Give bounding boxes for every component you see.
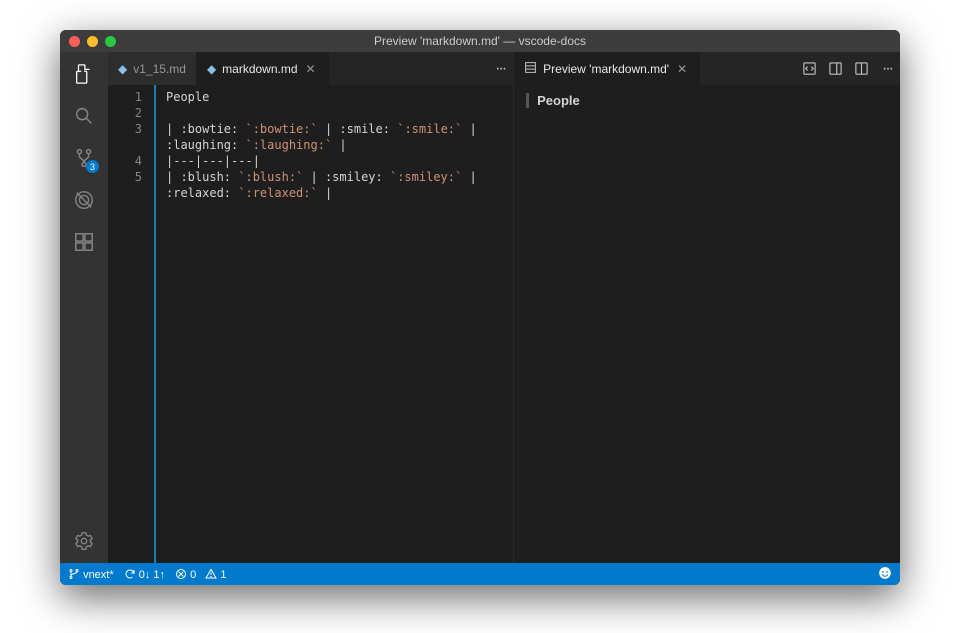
workbench-body: 3 ◆ v1_15.md ◆ markdown.md ✕ ··· [60,52,900,563]
problems-status[interactable]: 0 1 [175,568,227,581]
tabs-left: ◆ v1_15.md ◆ markdown.md ✕ ··· [108,52,513,85]
markdown-file-icon: ◆ [118,62,127,76]
explorer-icon[interactable] [72,62,96,86]
errors-count: 0 [190,569,196,581]
code-lines[interactable]: People| :bowtie: `:bowtie:` | :smile: `:… [154,85,513,563]
source-control-icon[interactable]: 3 [72,146,96,170]
sync-label: 0↓ 1↑ [139,569,165,581]
markdown-file-icon: ◆ [207,62,216,76]
tab-label: markdown.md [222,62,297,76]
feedback-smiley-icon[interactable] [878,566,892,583]
sync-status[interactable]: 0↓ 1↑ [124,568,165,581]
status-bar: vnext* 0↓ 1↑ 0 1 [60,563,900,585]
git-branch-status[interactable]: vnext* [68,568,114,581]
editor-actions-more-icon[interactable]: ··· [487,52,513,85]
code-editor[interactable]: 12345 People| :bowtie: `:bowtie:` | :smi… [108,85,513,563]
scm-badge: 3 [86,160,99,173]
preview-icon [524,61,537,77]
close-tab-icon[interactable]: ✕ [304,62,318,76]
open-to-side-icon[interactable] [822,52,848,85]
window-title: Preview 'markdown.md' — vscode-docs [60,34,900,48]
tab[interactable]: ◆ v1_15.md [108,52,197,85]
titlebar: Preview 'markdown.md' — vscode-docs [60,30,900,52]
markdown-preview[interactable]: People [514,85,900,563]
line-gutter: 12345 [108,85,154,563]
editor-area: ◆ v1_15.md ◆ markdown.md ✕ ··· 12345 People|… [108,52,900,563]
warnings-count: 1 [220,569,226,581]
tab-label: v1_15.md [133,62,186,76]
tab[interactable]: ◆ markdown.md ✕ [197,52,329,85]
preview-heading: People [526,93,888,108]
branch-label: vnext* [83,569,114,581]
editor-actions-more-icon[interactable]: ··· [874,52,900,85]
debug-icon[interactable] [72,188,96,212]
show-source-icon[interactable] [796,52,822,85]
editor-group-right: Preview 'markdown.md' ✕ ··· People [514,52,900,563]
close-tab-icon[interactable]: ✕ [675,62,689,76]
tabs-right: Preview 'markdown.md' ✕ ··· [514,52,900,85]
extensions-icon[interactable] [72,230,96,254]
activity-bar: 3 [60,52,108,563]
tab-label: Preview 'markdown.md' [543,62,669,76]
tab[interactable]: Preview 'markdown.md' ✕ [514,52,700,85]
split-editor-icon[interactable] [848,52,874,85]
search-icon[interactable] [72,104,96,128]
settings-gear-icon[interactable] [72,529,96,553]
editor-group-left: ◆ v1_15.md ◆ markdown.md ✕ ··· 12345 People|… [108,52,514,563]
vscode-window: Preview 'markdown.md' — vscode-docs 3 [60,30,900,585]
